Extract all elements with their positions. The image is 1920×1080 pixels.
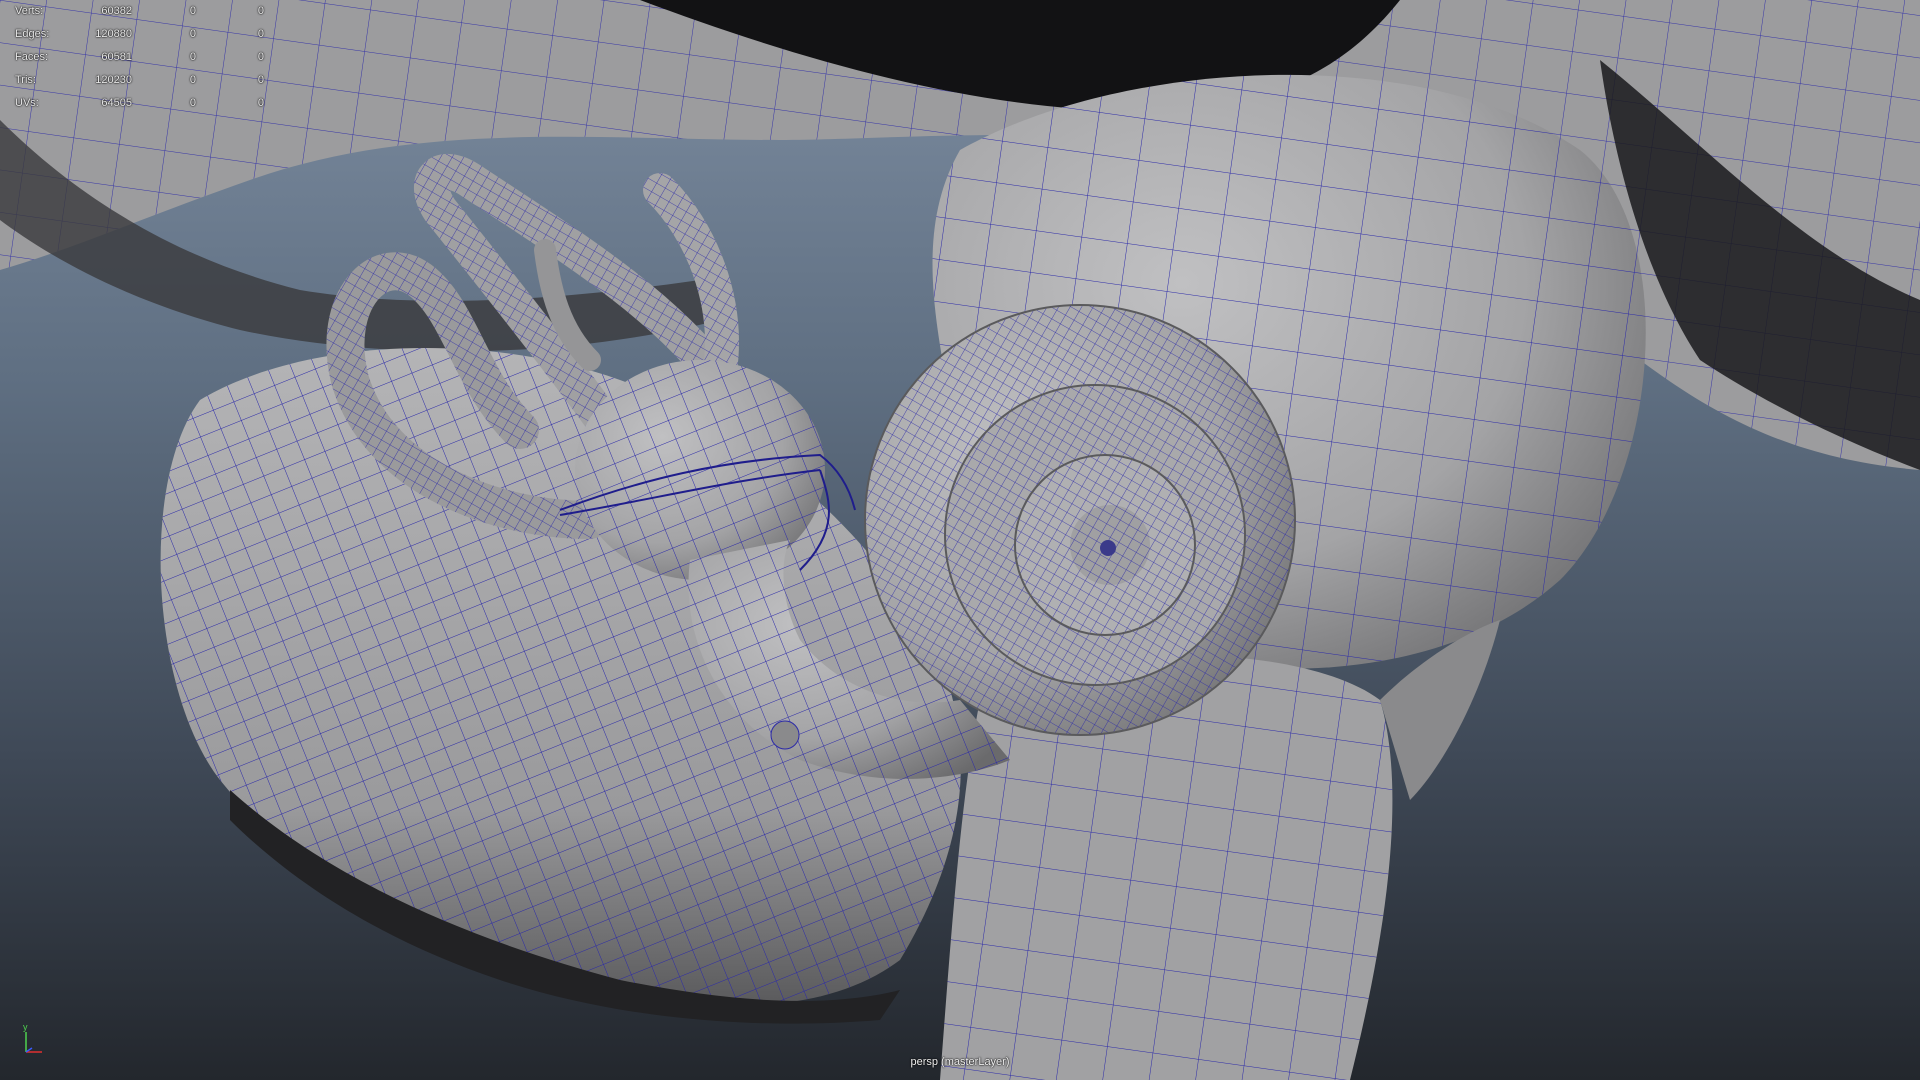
hud-value-uvshell: 0 [257,5,264,17]
hud-value-total: 120230 [95,74,132,86]
hud-label: Faces: [15,51,49,63]
hud-value-uvshell: 0 [257,51,264,63]
hud-label: Tris: [15,74,36,86]
hud-value-selected: 0 [189,97,196,109]
cochlea-mesh [864,304,1296,736]
poly-count-hud: Verts: 60382 0 0 Edges: 120880 0 0 Faces… [0,0,280,115]
hud-row-faces: Faces: 60581 0 0 [0,46,280,69]
hud-value-total: 120880 [95,28,132,40]
hud-value-selected: 0 [189,5,196,17]
hud-row-verts: Verts: 60382 0 0 [0,0,280,23]
hud-value-total: 60382 [101,5,132,17]
hud-value-uvshell: 0 [257,97,264,109]
axis-label-y: y [23,1022,28,1032]
scene-mesh[interactable] [0,0,1920,1080]
hud-row-tris: Tris: 120230 0 0 [0,69,280,92]
hud-value-total: 64505 [101,97,132,109]
hud-row-uvs: UVs: 64505 0 0 [0,92,280,115]
hud-value-selected: 0 [189,51,196,63]
hud-label: Edges: [15,28,50,40]
maya-viewport[interactable]: Verts: 60382 0 0 Edges: 120880 0 0 Faces… [0,0,1920,1080]
hud-label: Verts: [15,5,44,17]
hud-value-uvshell: 0 [257,28,264,40]
hud-value-selected: 0 [189,28,196,40]
hud-label: UVs: [15,97,39,109]
hud-value-total: 60581 [101,51,132,63]
hud-row-edges: Edges: 120880 0 0 [0,23,280,46]
camera-name-label: persp (masterLayer) [910,1056,1010,1068]
hud-value-selected: 0 [189,74,196,86]
hud-value-uvshell: 0 [257,74,264,86]
view-axis-icon: y [18,1022,48,1058]
